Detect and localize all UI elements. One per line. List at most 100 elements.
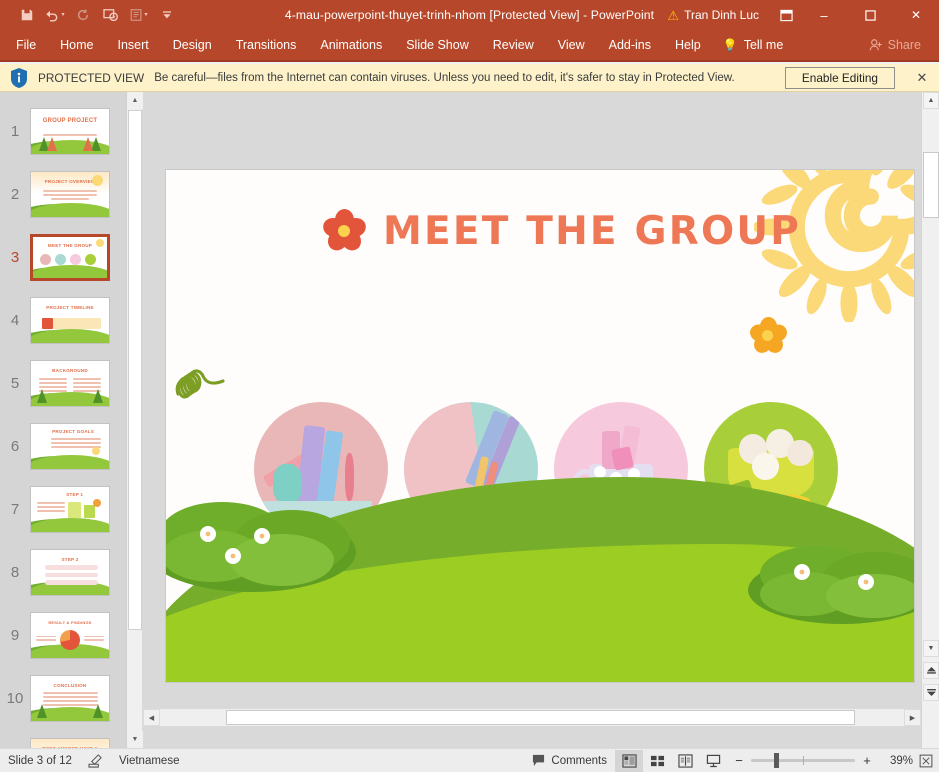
- thumbnail-number: 3: [0, 249, 30, 266]
- redo-icon[interactable]: [70, 3, 96, 27]
- slide-thumbnail-pane[interactable]: 1 GROUP PROJECT 2 PROJECT OVERVIEW 3: [0, 92, 126, 748]
- thumbnail-slide-6[interactable]: 6 PROJECT GOALS: [0, 415, 126, 478]
- protected-view-bar: PROTECTED VIEW Be careful—files from the…: [0, 64, 939, 92]
- thumbnail-number: 5: [0, 375, 30, 392]
- thumbnail-number: 4: [0, 312, 30, 329]
- slide-vertical-scrollbar[interactable]: ▲ ▼: [921, 92, 939, 748]
- tab-add-ins[interactable]: Add-ins: [597, 29, 663, 61]
- thumbnail-slide-7[interactable]: 7 STEP 1: [0, 478, 126, 541]
- vscroll-thumb[interactable]: [923, 152, 939, 218]
- zoom-slider-handle[interactable]: [774, 753, 779, 768]
- zoom-slider-track[interactable]: [751, 759, 855, 762]
- zoom-percentage[interactable]: 39%: [879, 755, 913, 767]
- slide-counter[interactable]: Slide 3 of 12: [0, 749, 80, 772]
- thumbnail-title: RESULT & FINDINGS: [48, 620, 91, 625]
- thumbnail-slide-2[interactable]: 2 PROJECT OVERVIEW: [0, 163, 126, 226]
- thumbnail-slide-3[interactable]: 3 MEET THE GROUP: [0, 226, 126, 289]
- zoom-control[interactable]: − +: [727, 753, 879, 768]
- spelling-icon[interactable]: [80, 749, 111, 772]
- comments-label: Comments: [551, 755, 607, 767]
- protected-view-close-icon[interactable]: ✕: [905, 64, 939, 92]
- slide-title-text: MEET THE GROUP: [383, 209, 801, 254]
- info-shield-icon: [10, 68, 28, 88]
- thumbnail-scroll-down-arrow[interactable]: ▼: [127, 731, 143, 748]
- customize-quick-access-toolbar-icon[interactable]: [154, 3, 180, 27]
- language-indicator[interactable]: Vietnamese: [111, 749, 188, 772]
- slide-canvas[interactable]: MEET THE GROUP: [166, 170, 914, 682]
- work-area: 1 GROUP PROJECT 2 PROJECT OVERVIEW 3: [0, 92, 939, 748]
- ribbon-tab-bar: File Home Insert Design Transitions Anim…: [0, 30, 939, 62]
- status-bar: Slide 3 of 12 Vietnamese Comments − + 39…: [0, 748, 939, 772]
- tab-design[interactable]: Design: [161, 29, 224, 61]
- thumbnail-title: MEET THE GROUP: [48, 243, 92, 248]
- thumbnail-title: PROJECT TIMELINE: [46, 305, 94, 310]
- normal-view-button[interactable]: [615, 750, 643, 772]
- tab-review[interactable]: Review: [481, 29, 546, 61]
- thumbnail-scroll-up-arrow[interactable]: ▲: [127, 92, 143, 109]
- tab-help[interactable]: Help: [663, 29, 713, 61]
- slide-sorter-view-button[interactable]: [643, 750, 671, 772]
- restore-button[interactable]: [847, 0, 893, 30]
- slide-title-group[interactable]: MEET THE GROUP: [321, 208, 801, 254]
- tab-file[interactable]: File: [0, 29, 48, 61]
- thumbnail-slide-10[interactable]: 10 CONCLUSION: [0, 667, 126, 730]
- zoom-in-button[interactable]: +: [861, 753, 873, 768]
- comments-button[interactable]: Comments: [524, 749, 615, 772]
- thumbnail-title: STEP 1: [66, 492, 83, 497]
- thumbnail-preview: PROJECT TIMELINE: [30, 297, 110, 344]
- zoom-out-button[interactable]: −: [733, 753, 745, 768]
- fit-to-window-button[interactable]: [913, 754, 939, 768]
- tab-view[interactable]: View: [546, 29, 597, 61]
- start-from-beginning-icon[interactable]: [98, 3, 124, 27]
- hscroll-track[interactable]: [160, 709, 904, 726]
- touch-mode-icon[interactable]: ▾: [126, 3, 152, 27]
- minimize-button[interactable]: –: [801, 0, 847, 30]
- slide-horizontal-scrollbar[interactable]: ◀ ▶: [143, 709, 921, 726]
- protected-view-message: Be careful—files from the Internet can c…: [154, 72, 734, 84]
- thumbnail-pane-scrollbar[interactable]: ▲ ▼: [126, 92, 142, 748]
- tab-slide-show[interactable]: Slide Show: [394, 29, 481, 61]
- quick-access-toolbar: ▾ ▾: [0, 3, 180, 27]
- thumbnail-preview: CONCLUSION: [30, 675, 110, 722]
- thumbnail-slide-5[interactable]: 5 BACKGROUND: [0, 352, 126, 415]
- vscroll-up-arrow[interactable]: ▲: [923, 92, 939, 109]
- vscroll-down-arrow[interactable]: ▼: [923, 640, 939, 657]
- previous-slide-button[interactable]: [923, 662, 939, 679]
- ribbon-display-options-icon[interactable]: [771, 0, 801, 30]
- close-button[interactable]: ✕: [893, 0, 939, 30]
- hscroll-thumb[interactable]: [226, 710, 855, 725]
- tab-animations[interactable]: Animations: [308, 29, 394, 61]
- thumbnail-slide-11[interactable]: 11 DOES ANYONE HAVE A: [0, 730, 126, 748]
- enable-editing-button[interactable]: Enable Editing: [785, 67, 895, 89]
- tell-me-box[interactable]: 💡 Tell me: [713, 29, 794, 61]
- thumbnail-slide-8[interactable]: 8 STEP 2: [0, 541, 126, 604]
- next-slide-button[interactable]: [923, 684, 939, 701]
- warning-triangle-icon: ⚠: [667, 9, 679, 22]
- thumbnail-preview: MEET THE GROUP: [30, 234, 110, 281]
- hscroll-left-arrow[interactable]: ◀: [143, 709, 160, 726]
- slide-editing-area[interactable]: MEET THE GROUP: [143, 92, 921, 748]
- thumbnail-preview: DOES ANYONE HAVE A: [30, 738, 110, 748]
- undo-icon[interactable]: ▾: [42, 3, 68, 27]
- thumbnail-scroll-thumb[interactable]: [128, 110, 142, 630]
- tab-transitions[interactable]: Transitions: [224, 29, 309, 61]
- protected-view-label: PROTECTED VIEW: [38, 71, 144, 85]
- tab-insert[interactable]: Insert: [106, 29, 161, 61]
- thumbnail-number: 1: [0, 123, 30, 140]
- share-button[interactable]: Share: [869, 38, 939, 52]
- account-info[interactable]: ⚠ Tran Dinh Luc: [667, 8, 771, 22]
- reading-view-button[interactable]: [671, 750, 699, 772]
- thumbnail-title: PROJECT OVERVIEW: [45, 179, 96, 184]
- thumbnail-slide-1[interactable]: 1 GROUP PROJECT: [0, 100, 126, 163]
- thumbnail-slide-9[interactable]: 9 RESULT & FINDINGS: [0, 604, 126, 667]
- thumbnail-title: GROUP PROJECT: [43, 118, 98, 124]
- thumbnail-preview: BACKGROUND: [30, 360, 110, 407]
- hscroll-right-arrow[interactable]: ▶: [904, 709, 921, 726]
- save-icon[interactable]: [14, 3, 40, 27]
- comment-icon: [532, 754, 545, 767]
- thumbnail-number: 9: [0, 627, 30, 644]
- tell-me-label: Tell me: [744, 38, 784, 52]
- thumbnail-slide-4[interactable]: 4 PROJECT TIMELINE: [0, 289, 126, 352]
- tab-home[interactable]: Home: [48, 29, 105, 61]
- slide-show-view-button[interactable]: [699, 750, 727, 772]
